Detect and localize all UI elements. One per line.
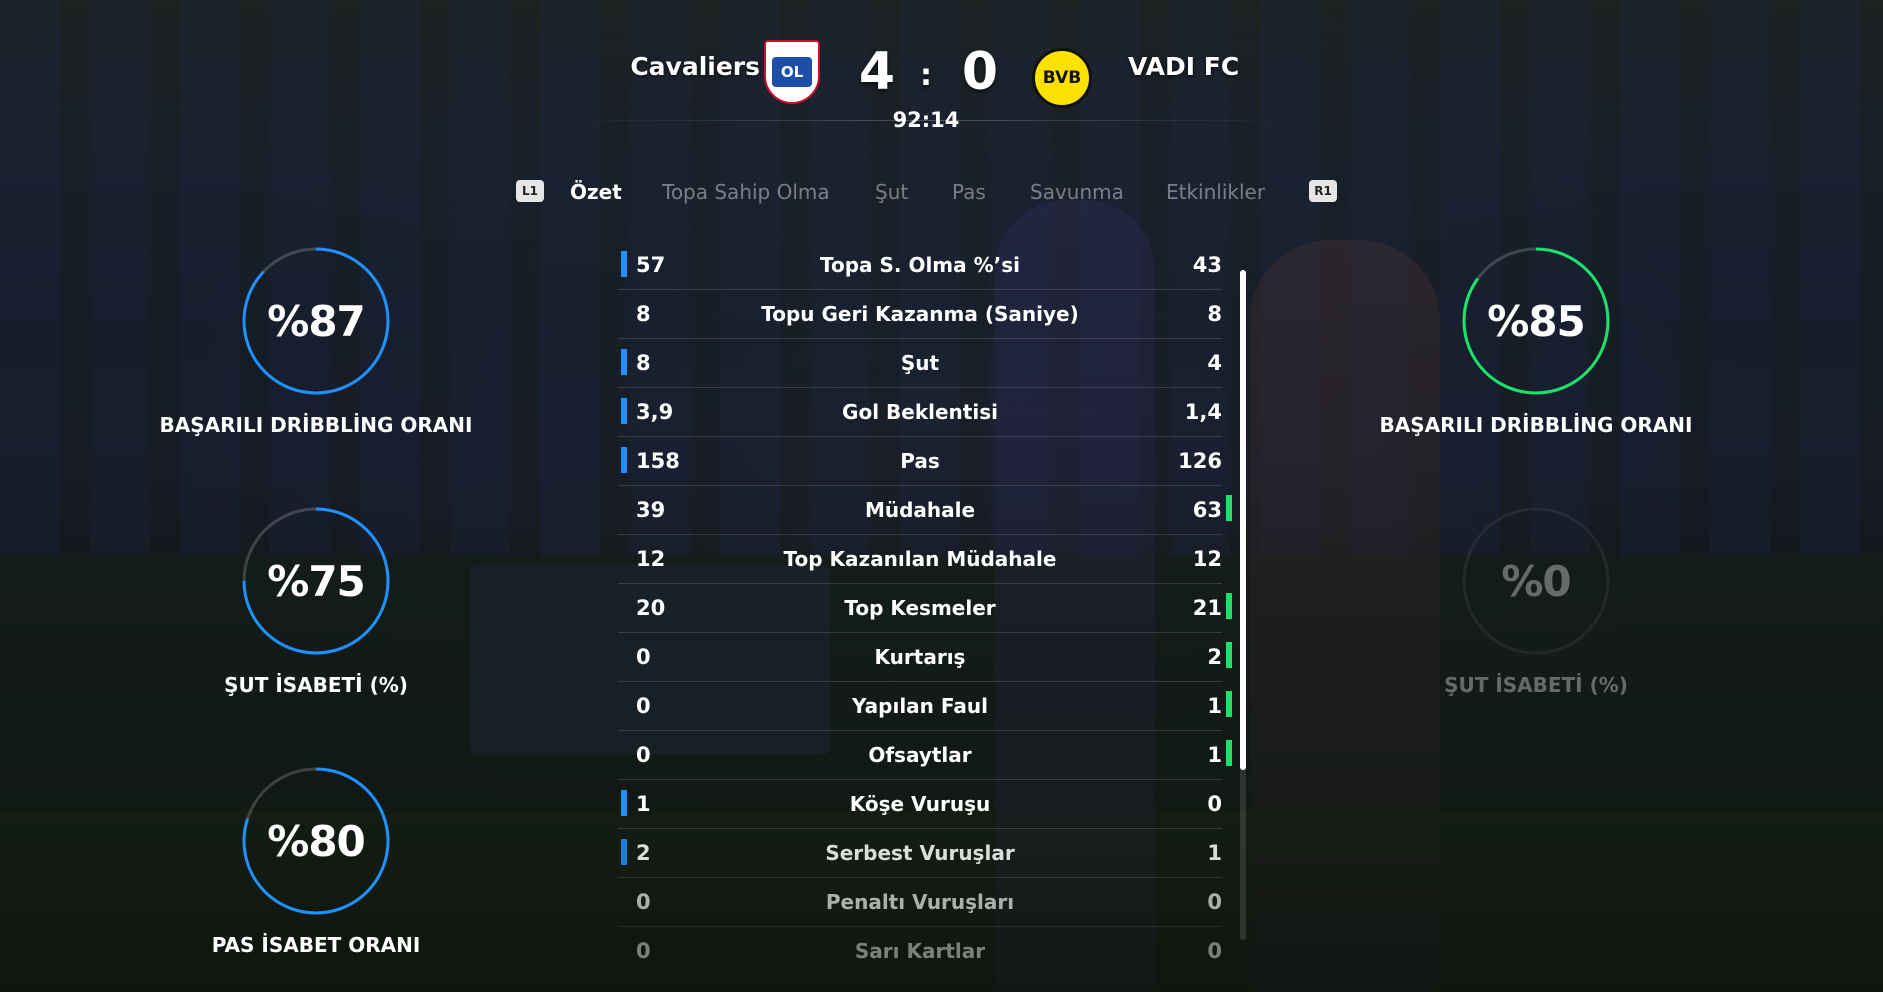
away-stat-value: 126: [1178, 449, 1222, 473]
home-team-crest-icon: OL: [764, 40, 820, 104]
tab-events[interactable]: Etkinlikler: [1166, 180, 1265, 204]
tab-passing[interactable]: Pas: [952, 180, 986, 204]
away-ring-dribbling: %85: [1461, 246, 1611, 396]
home-ring-shot-accuracy: %75: [241, 506, 391, 656]
ring-label: BAŞARILI DRİBBLİNG ORANI: [159, 413, 473, 437]
ring-label: BAŞARILI DRİBBLİNG ORANI: [1379, 413, 1693, 437]
stat-row-yellow-cards: 0 Sarı Kartlar 0: [618, 927, 1222, 975]
ring-value: %75: [267, 556, 366, 606]
stat-row-expected-goals: 3,9 Gol Beklentisi 1,4: [618, 388, 1222, 437]
home-crest-text: OL: [772, 57, 812, 87]
stat-label: Kurtarış: [874, 645, 966, 669]
stat-label: Top Kesmeler: [844, 596, 996, 620]
away-stat-value: 43: [1192, 253, 1222, 277]
l1-button-hint-icon[interactable]: L1: [516, 180, 544, 202]
ring-label: PAS İSABET ORANI: [211, 933, 421, 957]
stat-row-fouls: 0 Yapılan Faul 1: [618, 682, 1222, 731]
away-stat-value: 21: [1192, 596, 1222, 620]
header-divider: [560, 120, 1300, 121]
stat-row-possession: 57 Topa S. Olma %’si 43: [618, 241, 1222, 290]
away-leader-bar: [1226, 642, 1232, 668]
away-stat-value: 8: [1207, 302, 1222, 326]
stat-label: Ofsaytlar: [868, 743, 972, 767]
stat-label: Top Kazanılan Müdahale: [783, 547, 1057, 571]
r1-button-hint-icon[interactable]: R1: [1309, 180, 1337, 202]
away-ring-shot-accuracy: %0: [1461, 506, 1611, 656]
score-separator: :: [920, 58, 932, 93]
away-stat-value: 1: [1207, 694, 1222, 718]
away-leader-bar: [1226, 593, 1232, 619]
stat-row-interceptions: 20 Top Kesmeler 21: [618, 584, 1222, 633]
stat-label: Yapılan Faul: [852, 694, 988, 718]
stat-label: Topu Geri Kazanma (Saniye): [761, 302, 1079, 326]
stat-label: Gol Beklentisi: [842, 400, 998, 424]
match-stats-screen: Cavaliers OL 4 : 0 BVB VADI FC 92:14 L1 …: [0, 0, 1883, 992]
stat-row-tackles: 39 Müdahale 63: [618, 486, 1222, 535]
away-stat-value: 0: [1207, 890, 1222, 914]
away-stat-value: 0: [1207, 939, 1222, 963]
away-crest-text: BVB: [1042, 68, 1082, 88]
stat-row-tackles-won: 12 Top Kazanılan Müdahale 12: [618, 535, 1222, 584]
away-score: 0: [961, 42, 999, 102]
stat-row-offsides: 0 Ofsaytlar 1: [618, 731, 1222, 780]
stat-label: Köşe Vuruşu: [849, 792, 991, 816]
stat-row-penalties: 0 Penaltı Vuruşları 0: [618, 878, 1222, 927]
away-team-crest-icon: BVB: [1032, 48, 1092, 108]
away-stat-value: 2: [1207, 645, 1222, 669]
away-stat-value: 4: [1207, 351, 1222, 375]
stat-label: Topa S. Olma %’si: [819, 253, 1021, 277]
stat-row-corners: 1 Köşe Vuruşu 0: [618, 780, 1222, 829]
away-leader-bar: [1226, 495, 1232, 521]
stat-row-free-kicks: 2 Serbest Vuruşlar 1: [618, 829, 1222, 878]
tab-possession[interactable]: Topa Sahip Olma: [662, 180, 830, 204]
tab-summary[interactable]: Özet: [570, 180, 622, 204]
away-stat-value: 1,4: [1184, 400, 1222, 424]
ring-label: ŞUT İSABETİ (%): [224, 673, 408, 697]
away-stat-value: 1: [1207, 841, 1222, 865]
away-stat-value: 1: [1207, 743, 1222, 767]
stats-scrollbar-thumb[interactable]: [1240, 270, 1246, 770]
stat-label: Sarı Kartlar: [854, 939, 986, 963]
stat-row-passes: 158 Pas 126: [618, 437, 1222, 486]
away-leader-bar: [1226, 740, 1232, 766]
stat-label: Penaltı Vuruşları: [825, 890, 1015, 914]
home-ring-pass-accuracy: %80: [241, 766, 391, 916]
home-team-name: Cavaliers: [630, 52, 760, 81]
stat-label: Şut: [900, 351, 940, 375]
stat-label: Pas: [900, 449, 940, 473]
stat-row-recovery-time: 8 Topu Geri Kazanma (Saniye) 8: [618, 290, 1222, 339]
away-leader-bar: [1226, 691, 1232, 717]
tab-defending[interactable]: Savunma: [1030, 180, 1124, 204]
away-stat-value: 0: [1207, 792, 1222, 816]
stat-label: Serbest Vuruşlar: [825, 841, 1015, 865]
stat-row-shots: 8 Şut 4: [618, 339, 1222, 388]
home-ring-dribbling: %87: [241, 246, 391, 396]
ring-value: %0: [1501, 556, 1571, 606]
home-score: 4: [858, 42, 896, 102]
away-stat-value: 63: [1192, 498, 1222, 522]
ring-value: %85: [1487, 296, 1586, 346]
tab-shooting[interactable]: Şut: [875, 180, 908, 204]
ring-value: %80: [267, 816, 366, 866]
stat-label: Müdahale: [864, 498, 976, 522]
ring-value: %87: [267, 296, 366, 346]
ring-label: ŞUT İSABETİ (%): [1444, 673, 1628, 697]
away-team-name: VADI FC: [1128, 52, 1240, 81]
away-stat-value: 12: [1192, 547, 1222, 571]
stat-row-saves: 0 Kurtarış 2: [618, 633, 1222, 682]
